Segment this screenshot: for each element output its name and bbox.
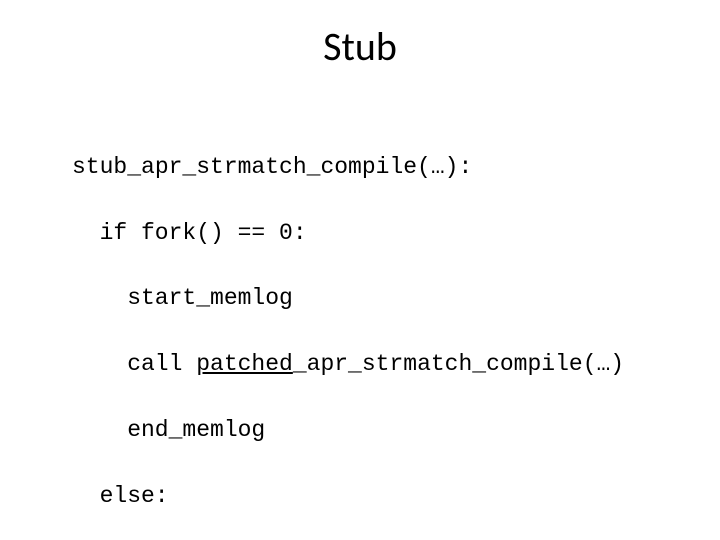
code-line: call patched_apr_strmatch_compile(…) [72, 348, 638, 381]
slide: Stub stub_apr_strmatch_compile(…): if fo… [0, 0, 720, 540]
slide-title: Stub [0, 22, 720, 71]
code-line: if fork() == 0: [72, 217, 638, 250]
code-text: else: [72, 483, 169, 509]
code-text: start_memlog [72, 285, 293, 311]
code-line: else: [72, 480, 638, 513]
code-text: call [72, 351, 196, 377]
code-text: end_memlog [72, 417, 265, 443]
code-text: _apr_strmatch_compile(…) [293, 351, 624, 377]
code-line: stub_apr_strmatch_compile(…): [72, 151, 638, 184]
code-line: start_memlog [72, 282, 638, 315]
code-text: stub_apr_strmatch_compile(…): [72, 154, 472, 180]
code-text: if fork() == 0: [72, 220, 307, 246]
code-text-underlined: patched [196, 351, 293, 377]
code-line: end_memlog [72, 414, 638, 447]
code-block: stub_apr_strmatch_compile(…): if fork() … [72, 118, 638, 540]
